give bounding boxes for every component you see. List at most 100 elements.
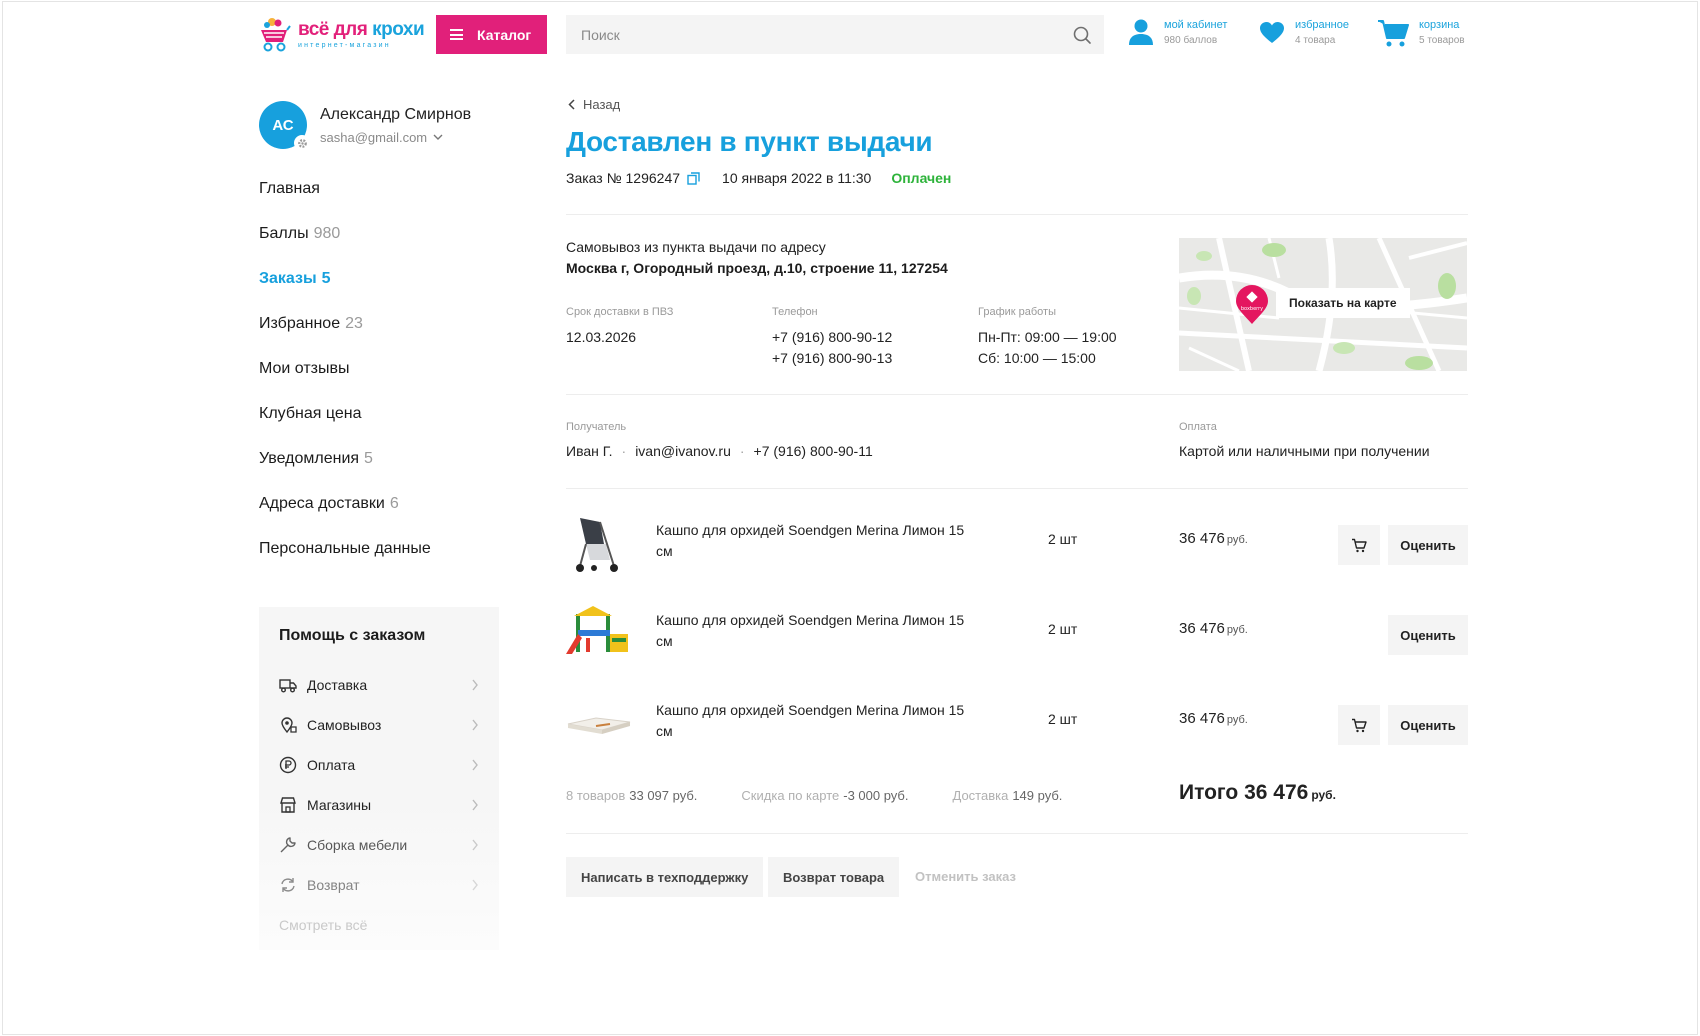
recipient-phone: +7 (916) 800-90-11 (753, 443, 873, 459)
logo[interactable]: всё для крохи интернет-магазин (258, 16, 425, 52)
product-quantity: 2 шт (1048, 711, 1078, 727)
sidebar-item-points[interactable]: Баллы 980 (259, 225, 436, 270)
add-to-cart-button[interactable] (1338, 525, 1380, 565)
product-image-playground[interactable] (566, 604, 632, 664)
rate-button[interactable]: Оценить (1388, 525, 1468, 565)
rate-button[interactable]: Оценить (1388, 705, 1468, 745)
order-totals: 8 товаров 33 097 руб. Скидка по карте -3 0… (566, 788, 1063, 803)
favorites-label: избранное (1295, 19, 1349, 31)
recipient-email: ivan@ivanov.ru (635, 443, 731, 459)
cart-link[interactable]: корзина 5 товаров (1377, 18, 1465, 48)
help-item-return[interactable]: Возврат (279, 865, 479, 905)
stroller-logo-icon (261, 18, 291, 52)
product-name[interactable]: Кашпо для орхидей Soendgen Merina Лимон … (656, 520, 976, 562)
user-email[interactable]: sasha@gmail.com (320, 130, 471, 145)
return-arrows-icon (281, 878, 295, 892)
order-date: 10 января 2022 в 11:30 (722, 170, 872, 186)
avatar[interactable]: АС (259, 101, 310, 151)
search-bar (566, 15, 1104, 54)
heart-icon (1260, 22, 1284, 43)
delivery-term: Срок доставки в ПВЗ 12.03.2026 (566, 306, 674, 345)
product-name[interactable]: Кашпо для орхидей Soendgen Merina Лимон … (656, 610, 976, 652)
sidebar-item-reviews[interactable]: Мои отзывы (259, 360, 436, 405)
pickup-address: Москва г, Огородный проезд, д.10, строен… (566, 260, 948, 276)
help-item-pickup[interactable]: Самовывоз (279, 705, 479, 745)
product-quantity: 2 шт (1048, 531, 1078, 547)
copy-icon[interactable] (687, 171, 700, 185)
favorites-link[interactable]: избранное 4 товара (1259, 18, 1349, 48)
chevron-right-icon (472, 879, 478, 891)
gear-icon[interactable] (294, 135, 310, 151)
sidebar-item-club-price[interactable]: Клубная цена (259, 405, 436, 450)
order-item: Кашпо для орхидей Soendgen Merina Лимон … (566, 514, 1468, 574)
contact-support-button[interactable]: Написать в техподдержку (566, 857, 764, 897)
back-link[interactable]: Назад (568, 97, 620, 112)
pickup-pin-icon (281, 717, 297, 734)
logo-subtitle: интернет-магазин (298, 41, 391, 49)
payment-status-badge: Оплачен (891, 170, 952, 186)
show-on-map-button[interactable]: Показать на карте (1276, 288, 1410, 318)
order-meta: Заказ № 1296247 10 января 2022 в 11:30 О… (566, 170, 951, 186)
help-title: Помощь с заказом (279, 627, 426, 644)
boxberry-pin-icon: boxberry (1236, 285, 1268, 324)
account-points: 980 баллов (1164, 35, 1218, 46)
user-name: Александр Смирнов (320, 105, 472, 123)
cart-label: корзина (1419, 19, 1460, 31)
product-price: 36 476 руб. (1179, 620, 1248, 637)
chevron-right-icon (472, 679, 478, 691)
search-input[interactable] (566, 15, 1072, 54)
svg-text:boxberry: boxberry (1241, 306, 1263, 312)
phone-link[interactable]: +7 (916) 800-90-13 (772, 348, 892, 369)
page-title: Доставлен в пункт выдачи (566, 126, 933, 157)
sidebar-item-favorites[interactable]: Избранное 23 (259, 315, 436, 360)
sidebar-item-notifications[interactable]: Уведомления 5 (259, 450, 436, 495)
grand-total: Итого 36 476 руб. (1179, 781, 1336, 804)
sidebar-item-home[interactable]: Главная (259, 180, 436, 225)
help-item-delivery[interactable]: Доставка (279, 665, 479, 705)
order-help-panel: Помощь с заказом Доставка Самовывоз Опла… (259, 607, 499, 950)
product-image-mattress[interactable] (566, 694, 632, 754)
divider (566, 214, 1468, 215)
help-item-stores[interactable]: Магазины (279, 785, 479, 825)
cart-icon (1378, 20, 1409, 47)
cart-icon (1352, 718, 1367, 732)
search-icon[interactable] (1072, 25, 1092, 45)
cart-icon (1352, 538, 1367, 552)
pickup-label: Самовывоз из пункта выдачи по адресу (566, 239, 826, 255)
recipient-name: Иван Г. (566, 443, 613, 459)
product-price: 36 476 руб. (1179, 530, 1248, 547)
help-item-payment[interactable]: Оплата (279, 745, 479, 785)
order-item: Кашпо для орхидей Soendgen Merina Лимон … (566, 604, 1468, 664)
sidebar-item-personal-data[interactable]: Персональные данные (259, 540, 436, 585)
order-number: Заказ № 1296247 (566, 170, 681, 186)
return-item-button[interactable]: Возврат товара (768, 857, 900, 897)
payment-caption: Оплата (1179, 421, 1217, 433)
recipient-caption: Получатель (566, 421, 627, 433)
help-see-all-link[interactable]: Смотреть всё (279, 917, 367, 933)
pickup-map[interactable]: boxberry Показать на карте (1179, 238, 1467, 371)
pickup-phones: Телефон +7 (916) 800-90-12 +7 (916) 800-… (772, 306, 892, 369)
chevron-right-icon (472, 799, 478, 811)
ruble-coin-icon (279, 756, 297, 774)
sidebar-item-addresses[interactable]: Адреса доставки 6 (259, 495, 436, 540)
recipient-info: Иван Г. · ivan@ivanov.ru · +7 (916) 800-… (566, 443, 873, 459)
divider (566, 394, 1468, 395)
account-label: мой кабинет (1164, 19, 1228, 31)
product-quantity: 2 шт (1048, 621, 1078, 637)
product-name[interactable]: Кашпо для орхидей Soendgen Merina Лимон … (656, 700, 976, 742)
catalog-label: Каталог (477, 26, 532, 43)
chevron-left-icon (568, 99, 575, 110)
sidebar-item-orders[interactable]: Заказы 5 (259, 270, 436, 315)
add-to-cart-button[interactable] (1338, 705, 1380, 745)
help-item-assembly[interactable]: Сборка мебели (279, 825, 479, 865)
rate-button[interactable]: Оценить (1388, 615, 1468, 655)
phone-link[interactable]: +7 (916) 800-90-12 (772, 327, 892, 348)
account-link[interactable]: мой кабинет 980 баллов (1128, 18, 1227, 48)
product-image-stroller[interactable] (566, 514, 632, 574)
menu-icon (450, 29, 463, 40)
logo-title: всё для крохи (298, 18, 425, 40)
cancel-order-button[interactable]: Отменить заказ (915, 869, 1016, 884)
user-profile: АС Александр Смирнов sasha@gmail.com (259, 101, 472, 151)
catalog-button[interactable]: Каталог (436, 15, 547, 54)
chevron-right-icon (472, 759, 478, 771)
